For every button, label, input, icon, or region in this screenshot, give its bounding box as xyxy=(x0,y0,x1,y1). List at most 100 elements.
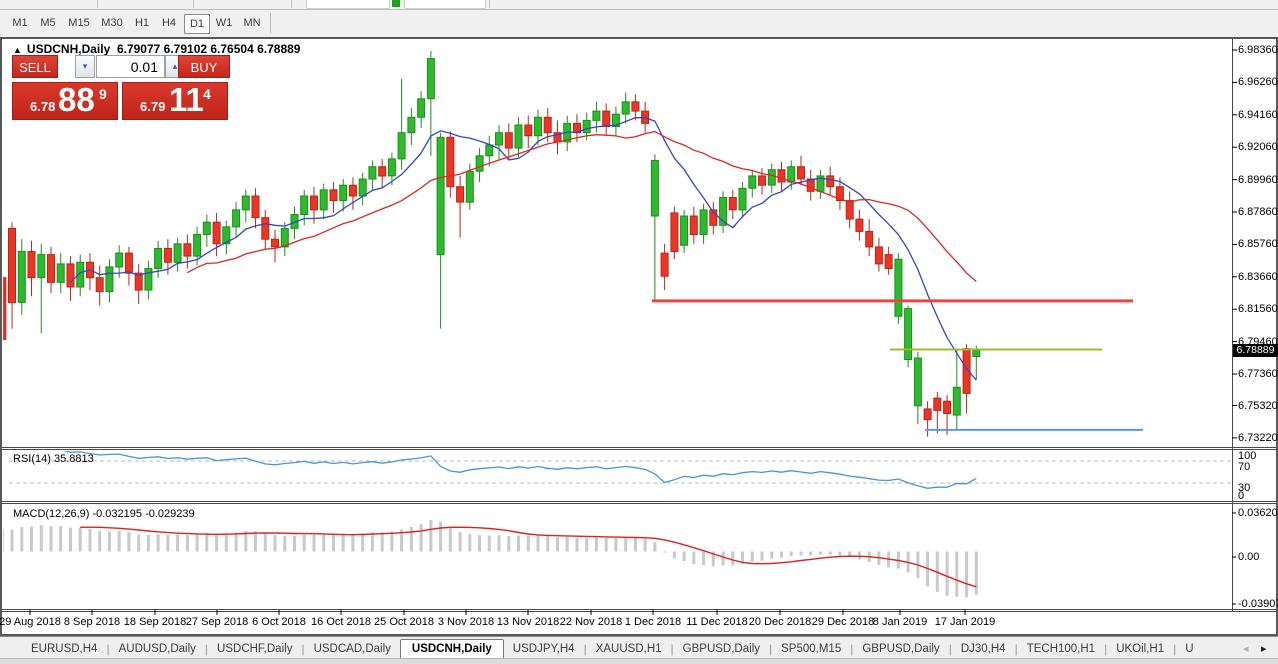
candle-body xyxy=(18,252,25,303)
candle-body xyxy=(661,253,668,276)
price-tick-label: 6.83660 xyxy=(1238,271,1278,283)
price-tick-label: 6.87860 xyxy=(1238,206,1278,218)
macd-histogram-bar xyxy=(11,530,14,552)
candle-body xyxy=(895,259,902,316)
sell-button[interactable]: SELL xyxy=(12,55,58,78)
bid-pip-digit: 9 xyxy=(99,86,107,102)
macd-histogram-bar xyxy=(751,552,754,562)
macd-histogram-bar xyxy=(576,538,579,552)
candle-body xyxy=(96,278,103,292)
volume-input[interactable] xyxy=(96,55,165,78)
ask-prefix: 6.79 xyxy=(140,99,165,114)
tab-usdcnh-daily[interactable]: USDCNH,Daily xyxy=(400,639,504,659)
macd-histogram-bar xyxy=(595,537,598,551)
ask-pip-digit: 4 xyxy=(203,86,211,102)
tab-audusd-daily[interactable]: AUDUSD,Daily xyxy=(110,640,205,658)
candle-body xyxy=(739,188,746,210)
macd-histogram-bar xyxy=(322,534,325,552)
candle-body xyxy=(632,102,639,111)
macd-histogram-bar xyxy=(761,552,764,561)
macd-histogram-bar xyxy=(381,532,384,551)
macd-histogram-bar xyxy=(614,538,617,552)
candle-body xyxy=(242,196,249,210)
candle-body xyxy=(466,171,473,202)
macd-histogram-bar xyxy=(176,534,179,551)
macd-histogram-bar xyxy=(303,535,306,552)
macd-histogram-bar xyxy=(965,552,968,598)
macd-histogram-bar xyxy=(20,527,23,552)
bid-big-digits: 88 xyxy=(58,81,95,119)
macd-histogram-bar xyxy=(722,552,725,566)
candle-body xyxy=(535,117,542,136)
date-tick-label: 29 Dec 2018 xyxy=(812,616,874,628)
macd-histogram-bar xyxy=(274,535,277,551)
candle-body xyxy=(155,248,162,268)
macd-histogram-bar xyxy=(293,536,296,552)
candle-body xyxy=(651,161,658,217)
candle-body xyxy=(408,117,415,132)
macd-histogram-bar xyxy=(702,552,705,565)
volume-down-button[interactable]: ▾ xyxy=(75,55,95,78)
tab-sp500-m15[interactable]: SP500,M15 xyxy=(772,640,850,658)
candle-body xyxy=(184,244,191,256)
rsi-indicator-label: RSI(14) 35.8813 xyxy=(13,453,94,465)
tab-dj30-h4[interactable]: DJ30,H4 xyxy=(952,640,1015,658)
ask-price-button[interactable]: 6.79 11 4 xyxy=(122,82,228,120)
macd-histogram-bar xyxy=(332,534,335,551)
date-tick-label: 11 Dec 2018 xyxy=(686,616,748,628)
bid-price-button[interactable]: 6.78 88 9 xyxy=(12,82,118,120)
tab-usdchf-daily[interactable]: USDCHF,Daily xyxy=(208,640,301,658)
macd-histogram-bar xyxy=(459,532,462,552)
macd-histogram-bar xyxy=(527,536,530,552)
candle-body xyxy=(301,196,308,215)
quote-ohlc: 6.79077 6.79102 6.76504 6.78889 xyxy=(117,42,301,56)
candle-body xyxy=(593,111,600,120)
collapse-arrow-icon[interactable]: ▲ xyxy=(13,45,22,55)
candle-body xyxy=(885,255,892,269)
symbol-label: USDCNH,Daily xyxy=(27,42,110,56)
tab-usdcad-daily[interactable]: USDCAD,Daily xyxy=(305,640,400,658)
candle-body xyxy=(262,218,269,240)
price-tick-label: 6.98360 xyxy=(1238,44,1278,56)
date-tick-label: 6 Oct 2018 xyxy=(252,616,306,628)
current-price-tag: 6.78889 xyxy=(1233,344,1278,357)
macd-histogram-bar xyxy=(946,552,949,596)
date-tick-label: 25 Oct 2018 xyxy=(374,616,434,628)
chart-symbol-header[interactable]: ▲ USDCNH,Daily 6.79077 6.79102 6.76504 6.… xyxy=(13,42,300,56)
candle-body xyxy=(496,133,503,145)
tab-scroll-right-icon[interactable]: ▸ xyxy=(1261,642,1267,655)
macd-histogram-bar xyxy=(50,526,53,551)
macd-histogram-bar xyxy=(351,534,354,552)
macd-indicator-label: MACD(12,26,9) -0.032195 -0.029239 xyxy=(13,508,195,520)
buy-button[interactable]: BUY xyxy=(178,55,230,78)
macd-histogram-bar xyxy=(225,533,228,551)
candle-body xyxy=(700,210,707,235)
macd-histogram-bar xyxy=(30,527,33,552)
macd-axis-label: -0.03907 xyxy=(1238,598,1278,610)
macd-histogram-bar xyxy=(371,532,374,551)
tab-eurusd-h4[interactable]: EURUSD,H4 xyxy=(22,640,106,658)
candle-body xyxy=(340,185,347,200)
ask-big-digits: 11 xyxy=(169,81,204,119)
macd-histogram-bar xyxy=(137,534,140,551)
macd-histogram-bar xyxy=(624,537,627,551)
macd-histogram-bar xyxy=(829,552,832,555)
candle-body xyxy=(846,201,853,220)
tab-gbpusd-daily[interactable]: GBPUSD,Daily xyxy=(853,640,948,658)
date-tick-label: 16 Oct 2018 xyxy=(311,616,371,628)
tab-scroll-left-icon[interactable]: ◂ xyxy=(1243,642,1249,655)
price-tick-label: 6.85760 xyxy=(1238,238,1278,250)
tab-ukoil-h1[interactable]: UKOil,H1 xyxy=(1107,640,1173,658)
macd-histogram-bar xyxy=(449,527,452,552)
tab-gbpusd-daily[interactable]: GBPUSD,Daily xyxy=(674,640,769,658)
candle-body xyxy=(583,120,590,132)
candle-body xyxy=(778,170,785,182)
macd-histogram-bar xyxy=(342,534,345,552)
candle-body xyxy=(330,190,337,201)
tab-tech100-h1[interactable]: TECH100,H1 xyxy=(1018,640,1104,658)
tab-usdjpy-h4[interactable]: USDJPY,H4 xyxy=(504,640,584,658)
tab-u[interactable]: U xyxy=(1176,640,1202,658)
candle-body xyxy=(768,170,775,185)
tab-xauusd-h1[interactable]: XAUUSD,H1 xyxy=(587,640,671,658)
bid-prefix: 6.78 xyxy=(30,99,55,114)
